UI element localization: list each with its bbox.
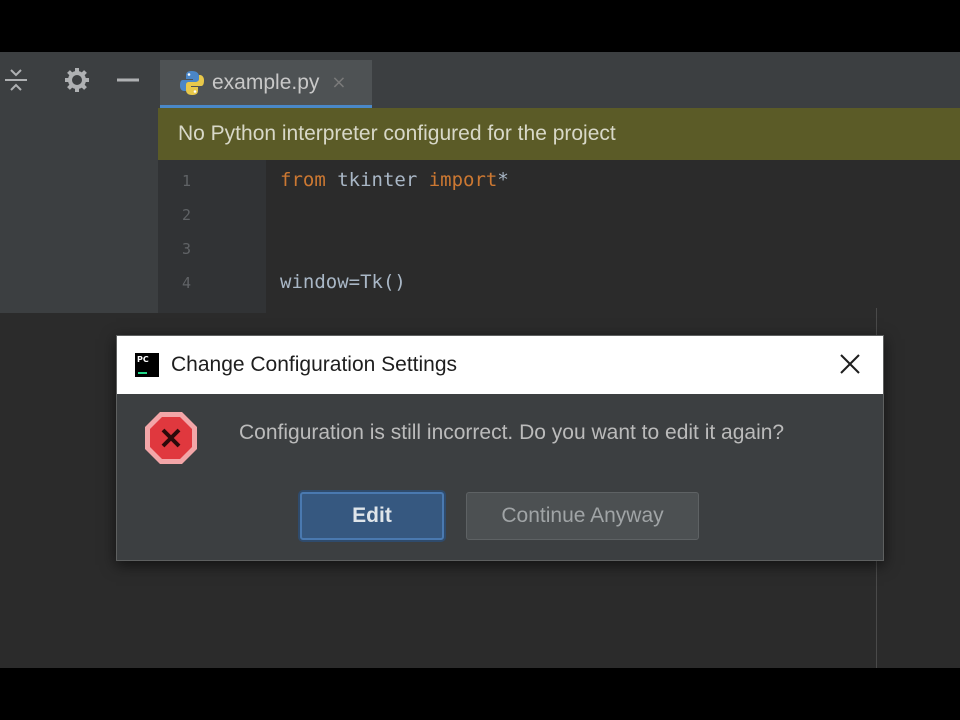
close-icon[interactable] [835, 349, 865, 379]
line-number: 2 [182, 206, 192, 224]
interpreter-warning-banner: No Python interpreter configured for the… [158, 108, 960, 160]
banner-text: No Python interpreter configured for the… [178, 122, 616, 145]
import-star: * [497, 169, 509, 191]
code-line-1[interactable]: from tkinter import* [280, 169, 509, 191]
tab-label: example.py [212, 70, 320, 94]
dialog-title: Change Configuration Settings [171, 353, 458, 376]
tab-close-icon[interactable]: × [331, 72, 346, 93]
gear-icon[interactable] [61, 64, 93, 96]
keyword-import: import [428, 169, 498, 191]
pycharm-icon: PC [135, 353, 159, 377]
module-name: tkinter [325, 169, 429, 191]
python-file-icon [180, 70, 204, 95]
error-icon [145, 412, 197, 464]
project-panel [0, 108, 158, 313]
line-number-gutter [158, 160, 266, 313]
edit-button[interactable]: Edit [300, 492, 444, 540]
toolbar: example.py × [0, 52, 960, 108]
code-line-4[interactable]: window=Tk() [280, 271, 406, 293]
line-number: 4 [182, 274, 192, 292]
change-configuration-dialog: PC Change Configuration Settings Configu… [116, 335, 884, 561]
dialog-message: Configuration is still incorrect. Do you… [239, 421, 785, 444]
continue-anyway-button[interactable]: Continue Anyway [466, 492, 699, 540]
keyword-from: from [280, 169, 326, 191]
dialog-titlebar[interactable]: PC Change Configuration Settings [117, 336, 883, 394]
line-number: 3 [182, 240, 192, 258]
minimize-icon[interactable] [112, 64, 144, 96]
tab-example-py[interactable]: example.py × [160, 60, 372, 108]
collapse-icon[interactable] [0, 64, 32, 96]
line-number: 1 [182, 172, 192, 190]
